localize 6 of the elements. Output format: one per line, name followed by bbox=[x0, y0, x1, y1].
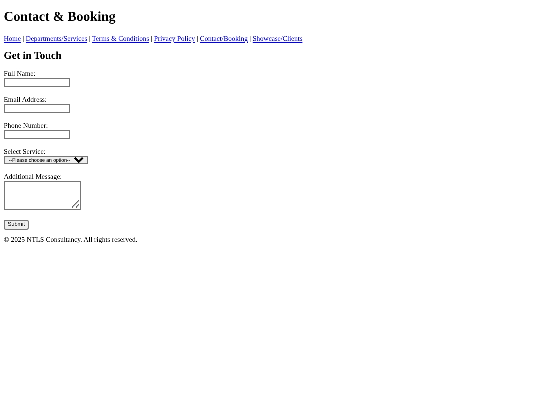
input-field[interactable] bbox=[4, 130, 70, 139]
input-field[interactable] bbox=[4, 78, 70, 87]
page-title: Contact & Booking bbox=[4, 9, 117, 25]
input-field[interactable] bbox=[4, 104, 70, 113]
section-heading: Get in Touch bbox=[4, 51, 63, 62]
message-field[interactable] bbox=[4, 181, 81, 210]
